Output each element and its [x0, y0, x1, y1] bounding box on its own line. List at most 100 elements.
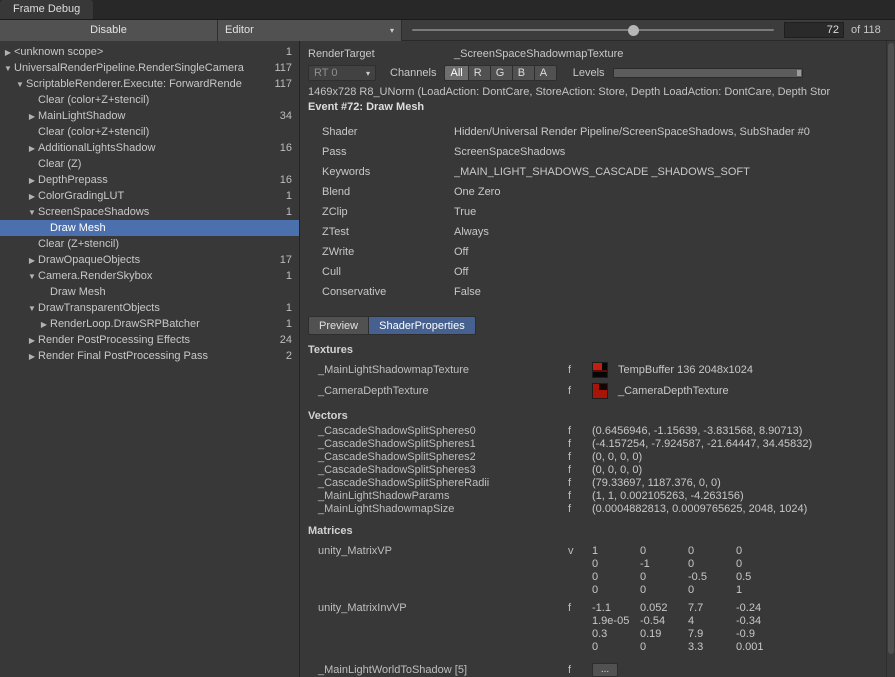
matrix-cell: 1: [736, 584, 784, 597]
tree-item-label: Clear (Z): [38, 158, 288, 170]
tree-item-label: MainLightShadow: [38, 110, 276, 122]
tree-item-label: UniversalRenderPipeline.RenderSingleCame…: [14, 62, 270, 74]
tree-item[interactable]: ▶DrawOpaqueObjects17: [0, 252, 299, 268]
disable-button[interactable]: Disable: [0, 20, 218, 41]
tree-item-label: Draw Mesh: [50, 222, 288, 234]
levels-slider-thumb[interactable]: [797, 70, 801, 76]
foldout-expanded-icon[interactable]: ▼: [2, 64, 14, 73]
property-value: True: [454, 206, 886, 218]
tree-item[interactable]: ▶Render PostProcessing Effects24: [0, 332, 299, 348]
foldout-collapsed-icon[interactable]: ▶: [26, 144, 38, 153]
property-value: Always: [454, 226, 886, 238]
target-dropdown[interactable]: Editor ▾: [218, 20, 402, 41]
channel-button-r[interactable]: R: [469, 65, 491, 81]
foldout-expanded-icon[interactable]: ▼: [14, 80, 26, 89]
rt-index-dropdown[interactable]: RT 0 ▾: [308, 65, 376, 81]
vector-flag: f: [568, 490, 592, 503]
tab-shader-properties[interactable]: ShaderProperties: [369, 316, 476, 335]
matrix-row: _MainLightWorldToShadow [5]f...: [308, 663, 886, 677]
property-value: Off: [454, 246, 886, 258]
tree-item[interactable]: ▶<unknown scope>1: [0, 44, 299, 60]
channels-label: Channels: [390, 67, 436, 79]
matrix-cell: 0.001: [736, 641, 784, 654]
tree-item[interactable]: ▼ScriptableRenderer.Execute: ForwardRend…: [0, 76, 299, 92]
target-dropdown-label: Editor: [225, 24, 254, 36]
tree-item-count: 24: [276, 334, 299, 346]
tree-item[interactable]: ▶ColorGradingLUT1: [0, 188, 299, 204]
foldout-collapsed-icon[interactable]: ▶: [26, 112, 38, 121]
texture-thumbnail[interactable]: [592, 362, 608, 378]
foldout-collapsed-icon[interactable]: ▶: [2, 48, 14, 57]
tree-item[interactable]: Clear (Z+stencil): [0, 236, 299, 252]
vector-value: (0, 0, 0, 0): [592, 464, 642, 477]
vector-row: _MainLightShadowParamsf(1, 1, 0.00210526…: [308, 490, 886, 503]
tree-item[interactable]: ▼ScreenSpaceShadows1: [0, 204, 299, 220]
scrollbar-thumb[interactable]: [888, 43, 894, 654]
channel-button-g[interactable]: G: [491, 65, 513, 81]
tree-item[interactable]: ▼Camera.RenderSkybox1: [0, 268, 299, 284]
property-name: Cull: [308, 266, 454, 278]
scrollbar[interactable]: [886, 41, 895, 677]
foldout-expanded-icon[interactable]: ▼: [26, 304, 38, 313]
tree-item-label: DepthPrepass: [38, 174, 276, 186]
event-properties: ShaderHidden/Universal Render Pipeline/S…: [308, 122, 886, 302]
tree-item[interactable]: ▼DrawTransparentObjects1: [0, 300, 299, 316]
tree-item[interactable]: ▼UniversalRenderPipeline.RenderSingleCam…: [0, 60, 299, 76]
tree-item[interactable]: ▶RenderLoop.DrawSRPBatcher1: [0, 316, 299, 332]
matrix-values: -1.10.0527.7-0.241.9e-05-0.544-0.340.30.…: [592, 602, 784, 654]
indent-spacer: [0, 308, 26, 309]
event-property-row: BlendOne Zero: [308, 182, 886, 202]
tree-item-count: 16: [276, 142, 299, 154]
texture-thumbnail[interactable]: [592, 383, 608, 399]
foldout-collapsed-icon[interactable]: ▶: [26, 352, 38, 361]
vector-name: _MainLightShadowmapSize: [308, 503, 568, 516]
vector-row: _MainLightShadowmapSizef(0.0004882813, 0…: [308, 503, 886, 516]
tree-item[interactable]: Clear (color+Z+stencil): [0, 92, 299, 108]
indent-spacer: [0, 244, 26, 245]
frame-number-input[interactable]: [784, 22, 844, 38]
indent-spacer: [0, 196, 26, 197]
vectors-list: _CascadeShadowSplitSpheres0f(0.6456946, …: [308, 425, 886, 516]
content-area: ▶<unknown scope>1▼UniversalRenderPipelin…: [0, 41, 895, 677]
tree-item[interactable]: ▶DepthPrepass16: [0, 172, 299, 188]
tree-item[interactable]: Draw Mesh: [0, 284, 299, 300]
expand-matrix-button[interactable]: ...: [592, 663, 618, 677]
tab-preview[interactable]: Preview: [308, 316, 369, 335]
foldout-collapsed-icon[interactable]: ▶: [26, 176, 38, 185]
channel-button-all[interactable]: All: [444, 65, 468, 81]
channel-button-b[interactable]: B: [513, 65, 535, 81]
matrix-cell: -0.5: [688, 571, 736, 584]
levels-slider[interactable]: [613, 68, 803, 78]
vector-flag: f: [568, 464, 592, 477]
frame-slider[interactable]: [412, 20, 774, 41]
vector-row: _CascadeShadowSplitSpheres1f(-4.157254, …: [308, 438, 886, 451]
event-property-row: ZTestAlways: [308, 222, 886, 242]
foldout-expanded-icon[interactable]: ▼: [26, 208, 38, 217]
tree-item[interactable]: ▶MainLightShadow34: [0, 108, 299, 124]
window-tab-bar: Frame Debug: [0, 0, 895, 20]
frame-slider-track[interactable]: [412, 29, 774, 31]
tree-item[interactable]: Clear (Z): [0, 156, 299, 172]
foldout-collapsed-icon[interactable]: ▶: [26, 256, 38, 265]
tree-item-label: ColorGradingLUT: [38, 190, 282, 202]
tree-item[interactable]: Draw Mesh: [0, 220, 299, 236]
chevron-down-icon: ▾: [366, 69, 370, 78]
foldout-expanded-icon[interactable]: ▼: [26, 272, 38, 281]
foldout-collapsed-icon[interactable]: ▶: [26, 192, 38, 201]
vector-name: _MainLightShadowParams: [308, 490, 568, 503]
tree-item-count: 1: [282, 206, 299, 218]
textures-section-header: Textures: [308, 344, 886, 359]
tab-frame-debug[interactable]: Frame Debug: [0, 0, 93, 19]
tree-item[interactable]: ▶Render Final PostProcessing Pass2: [0, 348, 299, 364]
channel-button-a[interactable]: A: [535, 65, 557, 81]
tree-item[interactable]: ▶AdditionalLightsShadow16: [0, 140, 299, 156]
tree-item[interactable]: Clear (color+Z+stencil): [0, 124, 299, 140]
property-name: Pass: [308, 146, 454, 158]
foldout-collapsed-icon[interactable]: ▶: [26, 336, 38, 345]
vector-name: _CascadeShadowSplitSphereRadii: [308, 477, 568, 490]
indent-spacer: [0, 180, 26, 181]
frame-slider-knob[interactable]: [628, 25, 639, 36]
matrix-values: 10000-10000-0.50.50001: [592, 545, 784, 597]
foldout-collapsed-icon[interactable]: ▶: [38, 320, 50, 329]
property-value: False: [454, 286, 886, 298]
